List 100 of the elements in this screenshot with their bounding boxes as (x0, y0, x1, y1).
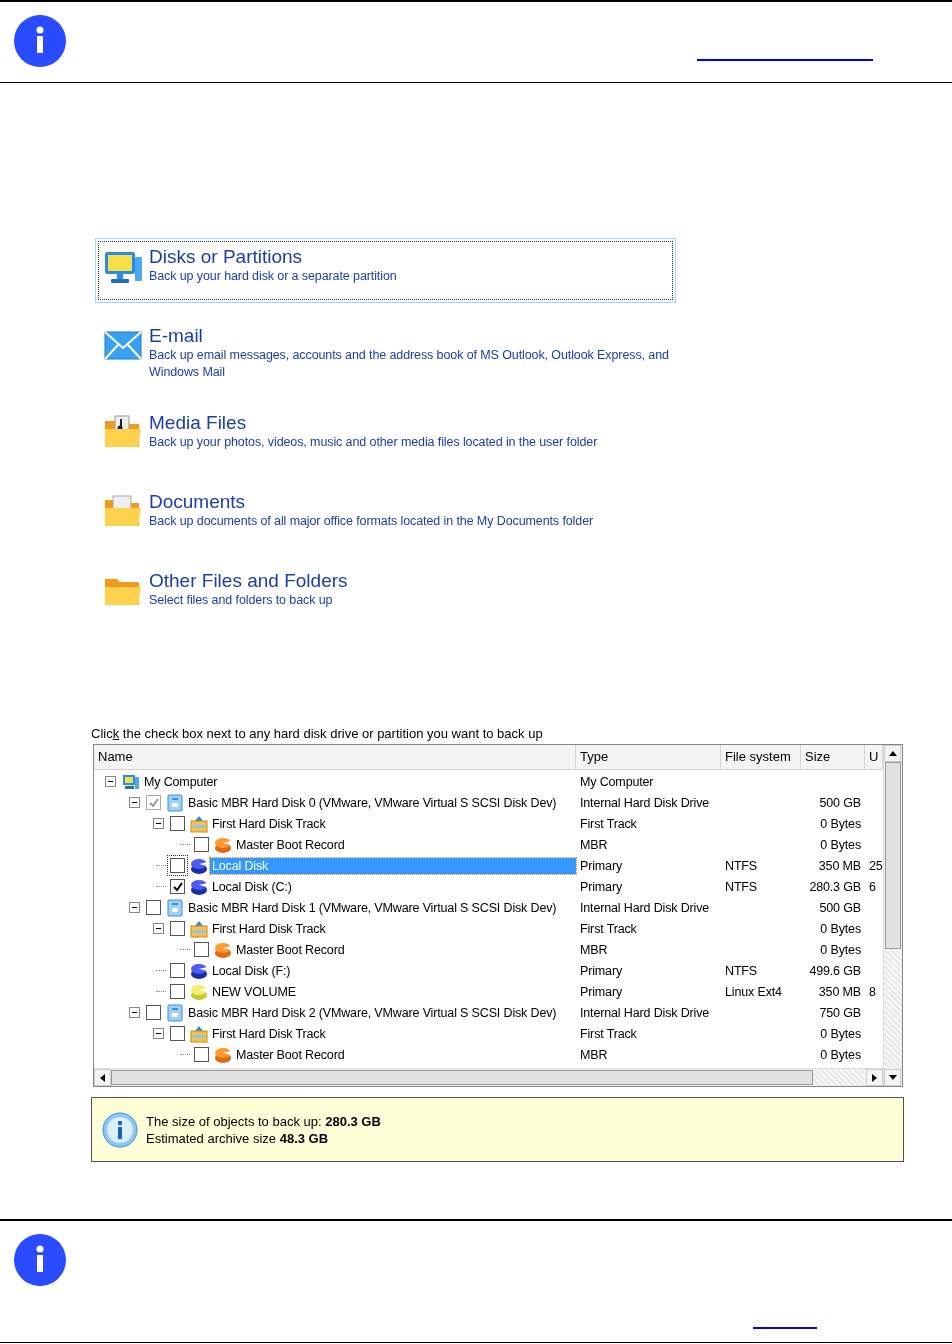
table-cell-text: MBR (579, 941, 609, 959)
table-cell: NTFS (725, 879, 758, 894)
table-cell-text: Primary (579, 878, 623, 896)
tree-item[interactable]: Basic MBR Hard Disk 1 (VMware, VMware Virtual S SCSI Disk Dev) (186, 899, 559, 916)
toolbox-icon (190, 1024, 208, 1043)
table-cell: NTFS (725, 963, 758, 978)
info-icon (102, 1111, 138, 1148)
instruction-text: Click the check box next to any hard disk drive or partition you want to back up (91, 726, 544, 743)
backup-option[interactable]: E-mail Back up email messages, accounts and the address book of MS Outlook, Outlook Express, and Windows Mail (95, 317, 676, 390)
table-cell-text: Internal Hard Disk Drive (579, 1004, 711, 1022)
table-cell: 6 (869, 879, 876, 894)
option-title: E-mail (149, 324, 204, 347)
table-cell-text: First Track (579, 920, 638, 938)
table-cell: 0 Bytes (820, 921, 861, 936)
check-icon (171, 880, 184, 893)
collapse-toggle[interactable] (152, 923, 164, 934)
checkbox[interactable] (170, 963, 185, 978)
table-cell-text: Primary (579, 962, 623, 980)
checkbox[interactable] (170, 921, 185, 936)
scroll-left-icon[interactable] (94, 1069, 111, 1086)
checkbox[interactable] (170, 984, 185, 999)
table-cell-text: Internal Hard Disk Drive (579, 899, 711, 917)
check-icon (147, 796, 160, 809)
table-cell: Linux Ext4 (725, 984, 782, 999)
toolbox-icon (190, 814, 208, 833)
tree-item[interactable]: My Computer (142, 773, 220, 790)
vertical-scrollbar[interactable] (883, 745, 902, 1086)
checkbox[interactable] (194, 942, 209, 957)
table-cell-text: MBR (579, 836, 609, 854)
table-cell: 500 GB (819, 900, 861, 915)
collapse-toggle[interactable] (152, 1028, 164, 1039)
table-cell: 0 Bytes (820, 837, 861, 852)
checkbox[interactable] (194, 1047, 209, 1062)
tree-item[interactable]: NEW VOLUME (210, 983, 298, 1000)
option-description: Select files and folders to back up (149, 592, 334, 609)
partition-icon (190, 961, 208, 980)
table-cell: 25 (869, 858, 883, 873)
partition-icon (190, 982, 208, 1001)
table-cell: 350 MB (818, 984, 861, 999)
table-cell: 750 GB (819, 1005, 861, 1020)
tree-item[interactable]: First Hard Disk Track (210, 1025, 328, 1042)
collapse-toggle[interactable] (104, 776, 116, 787)
partition-icon (190, 877, 208, 896)
option-description: Back up your photos, videos, music and other media files located in the user folder (149, 434, 598, 451)
checkbox[interactable] (146, 1005, 161, 1020)
computer-icon (103, 249, 143, 285)
option-title: Disks or Partitions (149, 245, 304, 268)
tree-item[interactable]: Local Disk (F:) (210, 962, 293, 979)
summary-text: The size of objects to back up: 280.3 GB (146, 1112, 381, 1130)
checkbox[interactable] (146, 900, 161, 915)
partition-icon (214, 1045, 232, 1064)
table-cell-text: First Track (579, 1025, 638, 1043)
scroll-down-icon[interactable] (884, 1069, 901, 1086)
option-title: Media Files (149, 411, 248, 434)
partition-icon (214, 835, 232, 854)
collapse-toggle[interactable] (128, 1007, 140, 1018)
horizontal-scrollbar[interactable] (94, 1068, 883, 1086)
backup-option[interactable]: Other Files and Folders Select files and folders to back up (95, 562, 676, 627)
table-cell: 500 GB (819, 795, 861, 810)
partition-icon (214, 940, 232, 959)
scroll-thumb[interactable] (111, 1070, 813, 1085)
table-cell: 0 Bytes (820, 1026, 861, 1041)
column-header[interactable]: File system (721, 745, 801, 769)
scroll-right-icon[interactable] (866, 1069, 883, 1086)
option-description: Back up documents of all major office formats located in the My Documents folder (149, 513, 594, 530)
table-cell-text: Internal Hard Disk Drive (579, 794, 711, 812)
option-title: Documents (149, 490, 247, 513)
table-cell: 0 Bytes (820, 942, 861, 957)
table-cell: 280.3 GB (809, 879, 861, 894)
computer-icon (122, 772, 140, 791)
checkbox[interactable] (170, 1026, 185, 1041)
column-header[interactable]: Size (801, 745, 865, 769)
table-cell-text: MBR (579, 1046, 609, 1064)
table-cell: 350 MB (818, 858, 861, 873)
backup-option[interactable]: Media Files Back up your photos, videos, music and other media files located in the user folder (95, 404, 676, 469)
table-cell: 8 (869, 984, 876, 999)
table-cell: NTFS (725, 858, 758, 873)
tree-item[interactable]: Master Boot Record (234, 941, 347, 958)
table-cell-text: First Track (579, 815, 638, 833)
partition-icon (190, 856, 208, 875)
table-cell: 0 Bytes (820, 816, 861, 831)
table-cell-text: Primary (579, 857, 623, 875)
column-header[interactable]: Name (94, 745, 576, 769)
info-icon (14, 1234, 66, 1286)
backup-option[interactable]: Disks or Partitions Back up your hard disk or a separate partition (95, 238, 676, 303)
collapse-toggle[interactable] (128, 902, 140, 913)
table-cell: 499.6 GB (809, 963, 861, 978)
tree-item[interactable]: First Hard Disk Track (210, 920, 328, 937)
summary-text: Estimated archive size 48.3 GB (146, 1129, 330, 1147)
tree-item[interactable]: Basic MBR Hard Disk 2 (VMware, VMware Virtual S SCSI Disk Dev) (186, 1004, 559, 1021)
option-title: Other Files and Folders (149, 569, 348, 592)
column-header[interactable]: Type (576, 745, 721, 769)
option-description: Back up email messages, accounts and the address book of MS Outlook, Outlook Express, and Windows Mail (149, 347, 669, 381)
scroll-up-icon[interactable] (884, 745, 901, 762)
scroll-thumb[interactable] (885, 762, 901, 949)
backup-option[interactable]: Documents Back up documents of all major office formats located in the My Documents folder (95, 483, 676, 548)
info-icon (14, 15, 66, 67)
table-cell-text: Primary (579, 983, 623, 1001)
tree-item[interactable]: Master Boot Record (234, 1046, 347, 1063)
table-cell: 0 Bytes (820, 1047, 861, 1062)
